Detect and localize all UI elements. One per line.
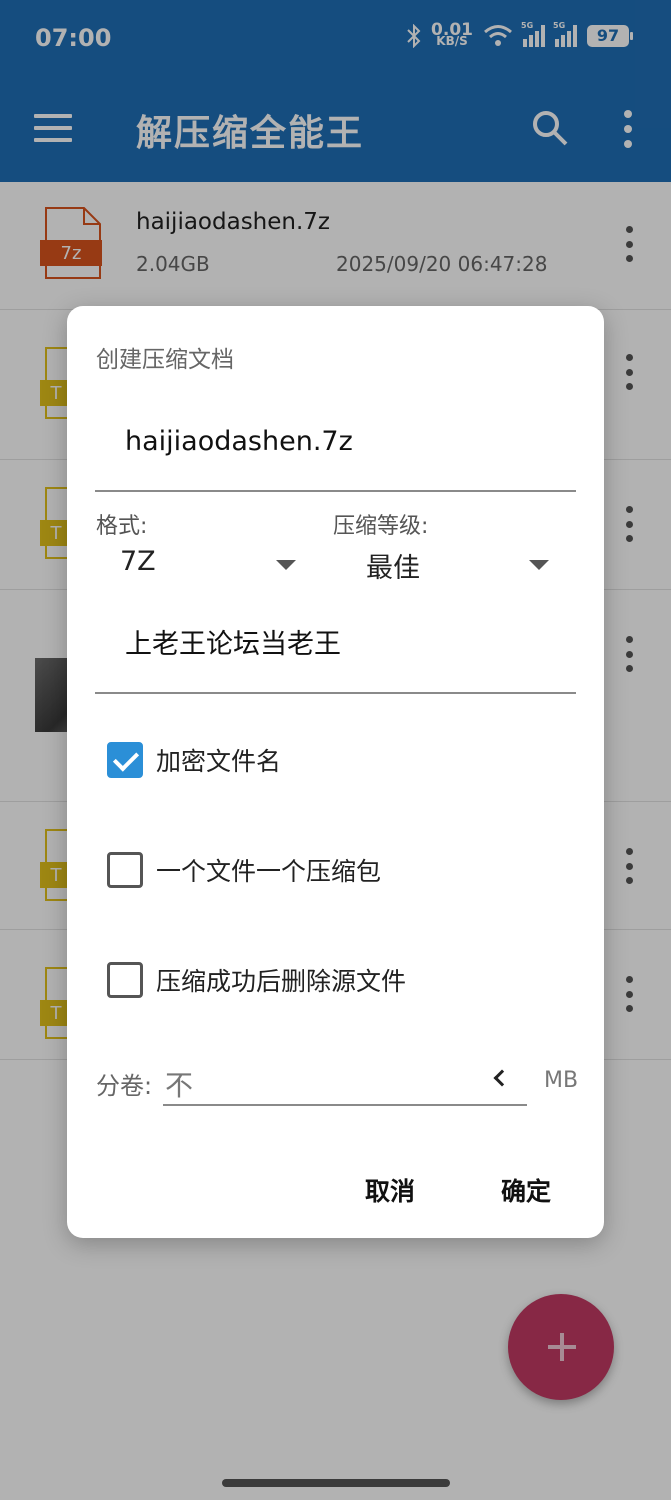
level-label: 压缩等级: [333,514,429,539]
ok-button[interactable]: 确定 [501,1172,551,1208]
format-select[interactable]: 7Z [120,542,300,582]
dropdown-arrow-icon [276,560,296,570]
checkbox-label: 加密文件名 [156,747,282,776]
encrypt-filename-checkbox-row[interactable]: 加密文件名 [107,740,281,780]
dropdown-arrow-icon [529,560,549,570]
split-value: 不 [165,1069,194,1102]
format-value: 7Z [120,546,156,577]
split-label: 分卷: [96,1072,153,1100]
checkbox-unchecked[interactable] [107,962,143,998]
checkbox-checked[interactable] [107,742,143,778]
archive-name-input[interactable] [125,426,545,457]
format-label: 格式: [96,514,148,539]
cancel-button[interactable]: 取消 [365,1172,415,1208]
one-archive-per-file-checkbox-row[interactable]: 一个文件一个压缩包 [107,850,381,890]
delete-source-checkbox-row[interactable]: 压缩成功后删除源文件 [107,960,406,1000]
create-archive-dialog: 创建压缩文档 格式: 压缩等级: 7Z 最佳 加密文件名 一个文件一个压缩包 压… [67,306,604,1238]
split-volume-select[interactable]: 不 [163,1058,527,1106]
level-select[interactable]: 最佳 [366,542,556,584]
dialog-title: 创建压缩文档 [96,347,234,373]
archive-name-field[interactable] [95,406,576,492]
password-input[interactable] [125,626,545,657]
checkbox-label: 一个文件一个压缩包 [156,857,382,886]
chevron-left-icon[interactable] [493,1069,511,1087]
level-value: 最佳 [366,553,420,584]
split-unit: MB [544,1068,579,1093]
home-indicator[interactable] [222,1479,450,1487]
checkbox-unchecked[interactable] [107,852,143,888]
password-field[interactable] [95,606,576,694]
checkbox-label: 压缩成功后删除源文件 [156,967,407,996]
